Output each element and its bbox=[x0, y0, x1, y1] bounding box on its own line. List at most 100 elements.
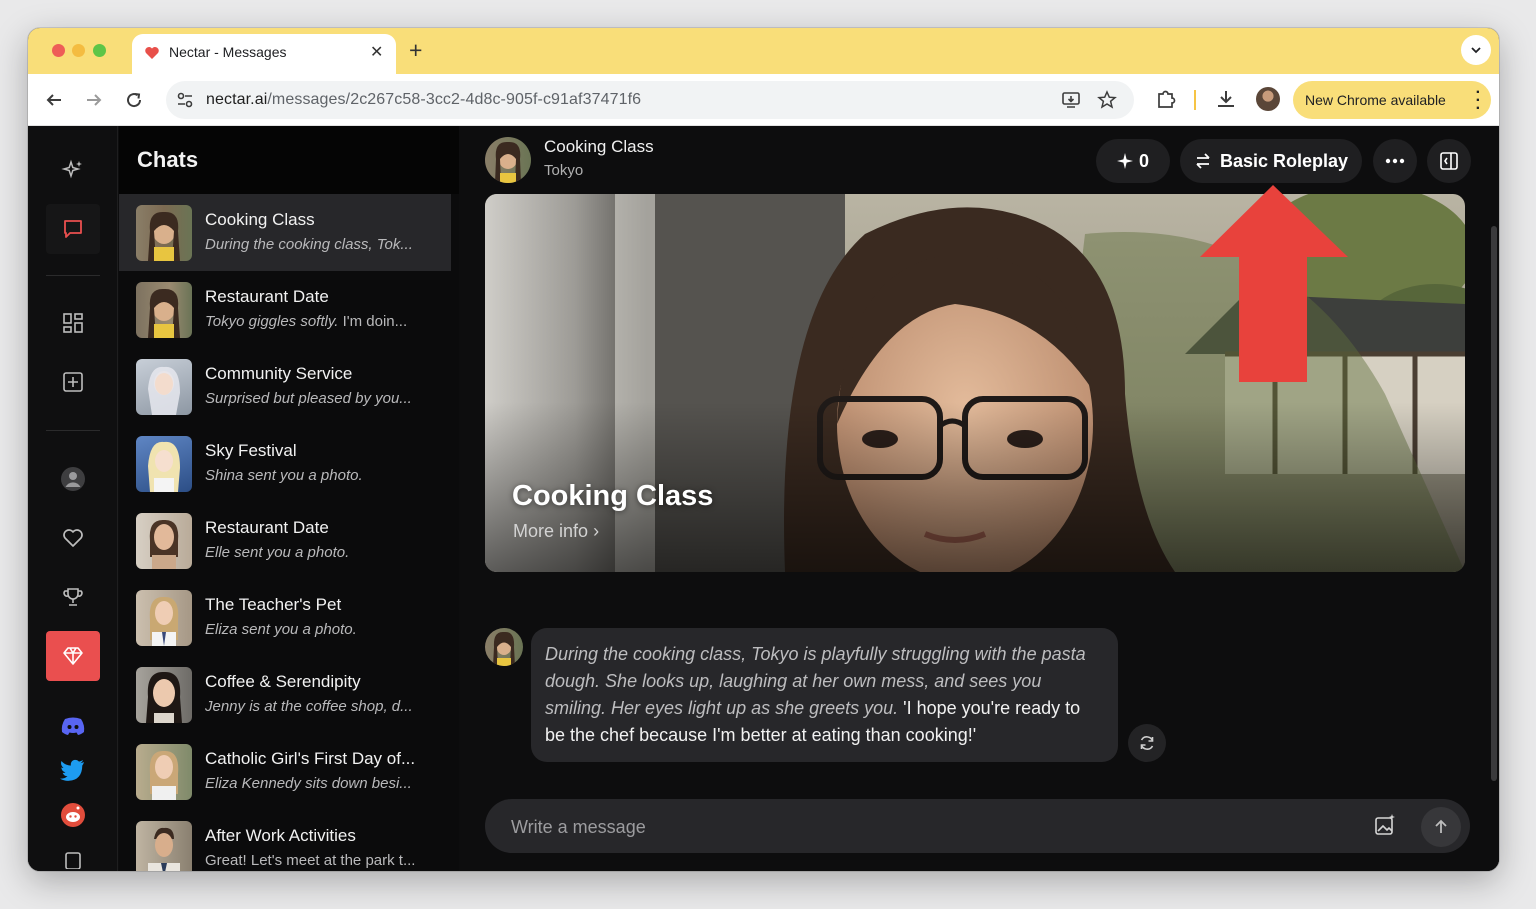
new-chrome-available-button[interactable]: New Chrome available · · · bbox=[1293, 81, 1491, 119]
install-app-icon[interactable] bbox=[1061, 90, 1081, 110]
toolbar-separator bbox=[1194, 90, 1196, 110]
user-icon bbox=[61, 467, 85, 491]
discord-icon bbox=[61, 717, 85, 735]
downloads-icon[interactable] bbox=[1215, 88, 1237, 110]
chat-preview: Eliza Kennedy sits down besi... bbox=[205, 775, 412, 792]
forward-arrow-icon bbox=[87, 94, 102, 106]
chat-preview: Tokyo giggles softly. I'm doin... bbox=[205, 313, 441, 330]
rail-discord[interactable] bbox=[46, 701, 100, 751]
regenerate-button[interactable] bbox=[1128, 724, 1166, 762]
chat-avatar bbox=[136, 821, 192, 871]
url-text: nectar.ai/messages/2c267c58-3cc2-4d8c-90… bbox=[206, 91, 641, 109]
rail-more[interactable] bbox=[46, 844, 100, 871]
chat-bubble-icon bbox=[64, 220, 82, 238]
chat-name: Cooking Class bbox=[205, 210, 315, 229]
rail-chats[interactable] bbox=[46, 204, 100, 254]
chat-item-community-service[interactable]: Community Service Surprised but pleased … bbox=[119, 348, 451, 425]
chat-item-catholic-girl[interactable]: Catholic Girl's First Day of... Eliza Ke… bbox=[119, 733, 451, 810]
sparkles-icon bbox=[61, 159, 82, 179]
profile-avatar[interactable] bbox=[1256, 87, 1280, 111]
close-window-button[interactable] bbox=[52, 44, 65, 57]
rail-twitter[interactable] bbox=[46, 745, 100, 795]
chat-avatar bbox=[136, 436, 192, 492]
refresh-icon bbox=[1140, 736, 1154, 750]
extensions-puzzle-icon[interactable] bbox=[1155, 88, 1177, 110]
rail-premium[interactable] bbox=[46, 631, 100, 681]
chat-avatar bbox=[136, 744, 192, 800]
chat-item-restaurant-date-2[interactable]: Restaurant Date Elle sent you a photo. bbox=[119, 502, 451, 579]
conversation-title: Cooking Class bbox=[544, 137, 654, 156]
minimize-window-button[interactable] bbox=[72, 44, 85, 57]
toggle-panel-button[interactable] bbox=[1427, 139, 1471, 183]
rail-reddit[interactable] bbox=[46, 790, 100, 840]
chat-list-header: Chats bbox=[119, 126, 459, 194]
site-settings-icon[interactable] bbox=[176, 92, 194, 108]
chat-item-cooking-class[interactable]: Cooking Class During the cooking class, … bbox=[119, 194, 451, 271]
sparks-counter-button[interactable]: 0 bbox=[1096, 139, 1170, 183]
chat-avatar bbox=[136, 205, 192, 261]
update-label: New Chrome available bbox=[1305, 92, 1446, 108]
reload-button[interactable] bbox=[121, 87, 147, 113]
chat-preview: Surprised but pleased by you... bbox=[205, 390, 412, 407]
rail-discover[interactable] bbox=[46, 145, 100, 195]
arrow-up-icon bbox=[1435, 819, 1447, 833]
image-generate-icon[interactable] bbox=[1373, 813, 1397, 837]
chat-name: Catholic Girl's First Day of... bbox=[205, 749, 416, 768]
rail-create[interactable] bbox=[46, 357, 100, 407]
rail-profile[interactable] bbox=[46, 454, 100, 504]
rail-favorites[interactable] bbox=[46, 513, 100, 563]
annotation-arrow-icon bbox=[1200, 185, 1348, 382]
chat-preview: Shina sent you a photo. bbox=[205, 467, 363, 484]
conversation-scrollbar[interactable] bbox=[1491, 226, 1497, 781]
url-path: /messages/2c267c58-3cc2-4d8c-905f-c91af3… bbox=[267, 91, 642, 108]
browser-tab-active[interactable]: Nectar - Messages ✕ bbox=[132, 34, 396, 74]
chat-item-after-work[interactable]: After Work Activities Great! Let's meet … bbox=[119, 810, 451, 871]
rail-divider bbox=[46, 275, 100, 276]
maximize-window-button[interactable] bbox=[93, 44, 106, 57]
chat-preview: Elle sent you a photo. bbox=[205, 544, 350, 561]
message-avatar bbox=[485, 628, 523, 666]
forward-button[interactable] bbox=[81, 87, 107, 113]
bookmark-star-icon[interactable] bbox=[1097, 90, 1117, 110]
add-square-icon bbox=[63, 372, 83, 392]
document-icon bbox=[65, 852, 81, 869]
chat-name: Community Service bbox=[205, 364, 353, 383]
chevron-down-icon bbox=[1471, 47, 1481, 54]
rail-gallery[interactable] bbox=[46, 298, 100, 348]
more-options-button[interactable] bbox=[1373, 139, 1417, 183]
message-input[interactable] bbox=[511, 817, 1311, 838]
chats-title: Chats bbox=[137, 147, 199, 172]
back-arrow-icon bbox=[46, 94, 61, 106]
address-bar[interactable]: nectar.ai/messages/2c267c58-3cc2-4d8c-90… bbox=[166, 81, 1134, 119]
character-avatar[interactable] bbox=[485, 137, 531, 183]
chat-avatar bbox=[136, 667, 192, 723]
roleplay-mode-button[interactable]: Basic Roleplay bbox=[1180, 139, 1362, 183]
tab-close-icon[interactable]: ✕ bbox=[370, 42, 383, 62]
more-info-link[interactable]: More info › bbox=[513, 521, 599, 542]
tab-search-button[interactable] bbox=[1461, 35, 1491, 65]
sidebar-panel-icon bbox=[1440, 152, 1458, 170]
chat-item-coffee-serendipity[interactable]: Coffee & Serendipity Jenny is at the cof… bbox=[119, 656, 451, 733]
browser-window: Nectar - Messages ✕ + nectar.ai/messages… bbox=[28, 28, 1499, 871]
browser-toolbar: nectar.ai/messages/2c267c58-3cc2-4d8c-90… bbox=[28, 74, 1499, 126]
nectar-favicon-icon bbox=[145, 47, 159, 59]
sparks-count: 0 bbox=[1138, 150, 1149, 171]
back-button[interactable] bbox=[41, 87, 67, 113]
chat-avatar bbox=[136, 359, 192, 415]
chat-preview: Jenny is at the coffee shop, d... bbox=[205, 698, 413, 715]
diamond-icon bbox=[63, 647, 83, 665]
chat-item-sky-festival[interactable]: Sky Festival Shina sent you a photo. bbox=[119, 425, 451, 502]
chat-item-restaurant-date[interactable]: Restaurant Date Tokyo giggles softly. I'… bbox=[119, 271, 451, 348]
chat-preview: Great! Let's meet at the park t... bbox=[205, 852, 416, 869]
grid-icon bbox=[63, 313, 83, 333]
new-tab-button[interactable]: + bbox=[409, 37, 422, 64]
chat-item-teachers-pet[interactable]: The Teacher's Pet Eliza sent you a photo… bbox=[119, 579, 451, 656]
character-name: Tokyo bbox=[544, 162, 584, 179]
send-button[interactable] bbox=[1421, 807, 1461, 847]
chat-name: The Teacher's Pet bbox=[205, 595, 342, 614]
scenario-title: Cooking Class bbox=[512, 480, 714, 512]
chat-avatar bbox=[136, 282, 192, 338]
chat-name: Restaurant Date bbox=[205, 287, 329, 306]
rail-leaderboard[interactable] bbox=[46, 572, 100, 622]
chat-preview-action: Tokyo giggles softly. bbox=[205, 313, 339, 330]
